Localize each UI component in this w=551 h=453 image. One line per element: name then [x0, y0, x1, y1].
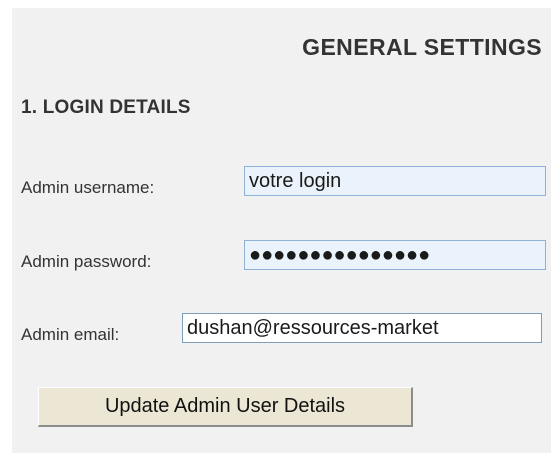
password-input[interactable]: ●●●●●●●●●●●●●●●	[244, 240, 546, 270]
username-label: Admin username:	[21, 178, 155, 197]
username-input[interactable]	[244, 166, 546, 196]
page-title: GENERAL SETTINGS	[302, 34, 542, 60]
email-label: Admin email:	[21, 325, 120, 344]
password-label: Admin password:	[21, 252, 152, 271]
email-input[interactable]	[182, 313, 542, 343]
update-admin-details-button[interactable]: Update Admin User Details	[38, 387, 413, 427]
settings-panel: GENERAL SETTINGS 1. LOGIN DETAILS Admin …	[12, 8, 551, 453]
section-heading-login-details: 1. LOGIN DETAILS	[21, 97, 191, 118]
